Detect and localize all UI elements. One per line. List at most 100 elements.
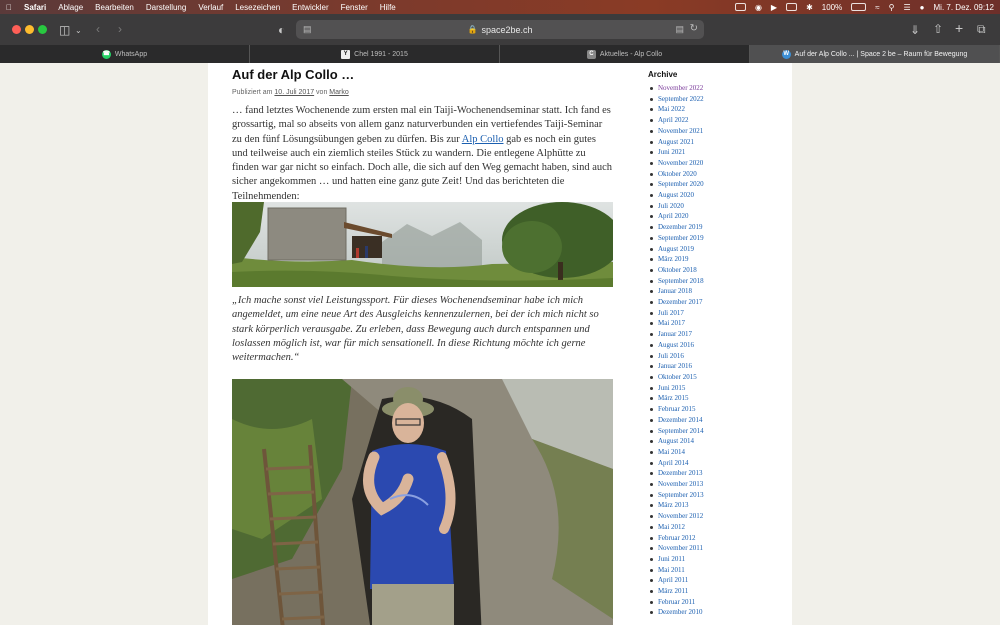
archive-link[interactable]: April 2022 [658,116,689,124]
archive-link[interactable]: April 2014 [658,459,689,467]
archive-link[interactable]: August 2016 [658,341,694,349]
archive-link[interactable]: August 2014 [658,437,694,445]
archive-link[interactable]: September 2022 [658,95,704,103]
archive-link[interactable]: August 2021 [658,138,694,146]
address-bar[interactable]: ▤ 🔒 space2be.ch ▤ ↻ [296,20,704,39]
minimize-window-button[interactable] [25,25,34,34]
archive-link[interactable]: Juni 2021 [658,148,685,156]
share-icon[interactable]: ⇧ [933,23,943,35]
archive-item: September 2014 [648,426,778,437]
archive-item: März 2011 [648,586,778,597]
archive-link[interactable]: Januar 2016 [658,362,692,370]
play-icon[interactable]: ▶ [771,3,777,12]
archive-link[interactable]: Mai 2017 [658,319,685,327]
reload-icon[interactable]: ↻ [690,23,698,34]
archive-link[interactable]: Juni 2011 [658,555,685,563]
menu-app-name[interactable]: Safari [24,3,46,12]
archive-link[interactable]: Dezember 2017 [658,298,703,306]
menu-clock[interactable]: Mi. 7. Dez. 09:12 [934,3,994,12]
archive-link[interactable]: März 2013 [658,501,689,509]
forward-icon[interactable]: › [118,23,122,35]
archive-link[interactable]: Juni 2015 [658,384,685,392]
archive-link[interactable]: Juli 2016 [658,352,684,360]
menu-ablage[interactable]: Ablage [58,3,83,12]
archive-link[interactable]: April 2020 [658,212,689,220]
keyboard-input-icon[interactable] [786,3,798,11]
archive-item: Januar 2017 [648,329,778,340]
archive-link[interactable]: November 2022 [658,84,703,92]
battery-icon[interactable] [851,3,867,11]
tab-whatsapp[interactable]: ☎ WhatsApp [0,45,250,63]
archive-link[interactable]: September 2018 [658,277,704,285]
sidebar-toggle-icon[interactable]: ◫ [59,24,70,36]
archive-link[interactable]: September 2019 [658,234,704,242]
page-settings-icon[interactable]: ▤ [303,24,312,35]
archive-link[interactable]: November 2011 [658,544,703,552]
tab-chel[interactable]: Y Chel 1991 - 2015 [250,45,500,63]
archive-link[interactable]: Oktober 2018 [658,266,697,274]
archive-link[interactable]: Oktober 2015 [658,373,697,381]
menu-hilfe[interactable]: Hilfe [380,3,396,12]
tab-space2be-active[interactable]: W Auf der Alp Collo ... | Space 2 be – R… [750,45,1000,63]
translate-icon[interactable]: ▤ [675,24,684,35]
archive-link[interactable]: Februar 2015 [658,405,696,413]
archive-link[interactable]: Juli 2017 [658,309,684,317]
zoom-window-button[interactable] [38,25,47,34]
archive-link[interactable]: Mai 2011 [658,566,685,574]
author-link[interactable]: Marko [329,89,348,96]
archive-link[interactable]: März 2011 [658,587,688,595]
menu-bearbeiten[interactable]: Bearbeiten [95,3,134,12]
siri-icon[interactable]: ● [920,3,925,12]
back-icon[interactable]: ‹ [96,23,100,35]
privacy-shield-icon[interactable]: ◐ [278,24,285,36]
archive-item: Februar 2011 [648,597,778,608]
archive-link[interactable]: August 2020 [658,191,694,199]
tab-overview-icon[interactable]: ⧉ [977,23,986,35]
archive-link[interactable]: November 2020 [658,159,703,167]
downloads-icon[interactable]: ⇓ [910,24,920,36]
archive-link[interactable]: März 2019 [658,255,689,263]
spotlight-search-icon[interactable]: ⚲ [889,3,895,12]
archive-link[interactable]: März 2015 [658,394,689,402]
archive-link[interactable]: Februar 2011 [658,598,695,606]
archive-link[interactable]: Mai 2014 [658,448,685,456]
menu-entwickler[interactable]: Entwickler [292,3,328,12]
archive-link[interactable]: November 2013 [658,480,703,488]
archive-link[interactable]: September 2020 [658,180,704,188]
archive-link[interactable]: November 2021 [658,127,703,135]
creative-cloud-icon[interactable]: ◉ [755,3,762,12]
archive-link[interactable]: Januar 2018 [658,287,692,295]
archive-link[interactable]: September 2014 [658,427,704,435]
archive-link[interactable]: Mai 2022 [658,105,685,113]
url-text[interactable]: space2be.ch [481,25,532,35]
archive-link[interactable]: Oktober 2020 [658,170,697,178]
bluetooth-icon[interactable]: ✱ [806,3,813,12]
new-tab-icon[interactable]: + [955,21,963,35]
archive-link[interactable]: Februar 2012 [658,534,696,542]
archive-link[interactable]: Dezember 2010 [658,608,703,616]
close-window-button[interactable] [12,25,21,34]
alp-collo-link[interactable]: Alp Collo [462,134,504,145]
tab-alp-collo[interactable]: C Aktuelles - Alp Collo [500,45,750,63]
archive-link[interactable]: November 2012 [658,512,703,520]
archive-link[interactable]: August 2019 [658,245,694,253]
archive-link[interactable]: Dezember 2019 [658,223,703,231]
post-date-link[interactable]: 10. Juli 2017 [274,89,314,96]
apple-icon[interactable]:  [6,3,12,12]
control-center-icon[interactable]: ☰ [904,3,911,12]
archive-link[interactable]: April 2011 [658,576,688,584]
chevron-down-icon[interactable]: ⌄ [75,25,82,37]
wifi-icon[interactable]: ≈ [875,3,879,12]
archive-item: März 2019 [648,254,778,265]
archive-link[interactable]: Dezember 2014 [658,416,703,424]
archive-link[interactable]: September 2013 [658,491,704,499]
archive-link[interactable]: Juli 2020 [658,202,684,210]
menu-darstellung[interactable]: Darstellung [146,3,186,12]
menu-fenster[interactable]: Fenster [341,3,368,12]
archive-link[interactable]: Januar 2017 [658,330,692,338]
archive-link[interactable]: Dezember 2013 [658,469,703,477]
menu-verlauf[interactable]: Verlauf [198,3,223,12]
archive-link[interactable]: Mai 2012 [658,523,685,531]
menu-lesezeichen[interactable]: Lesezeichen [235,3,280,12]
status-app-icon[interactable] [734,3,746,11]
